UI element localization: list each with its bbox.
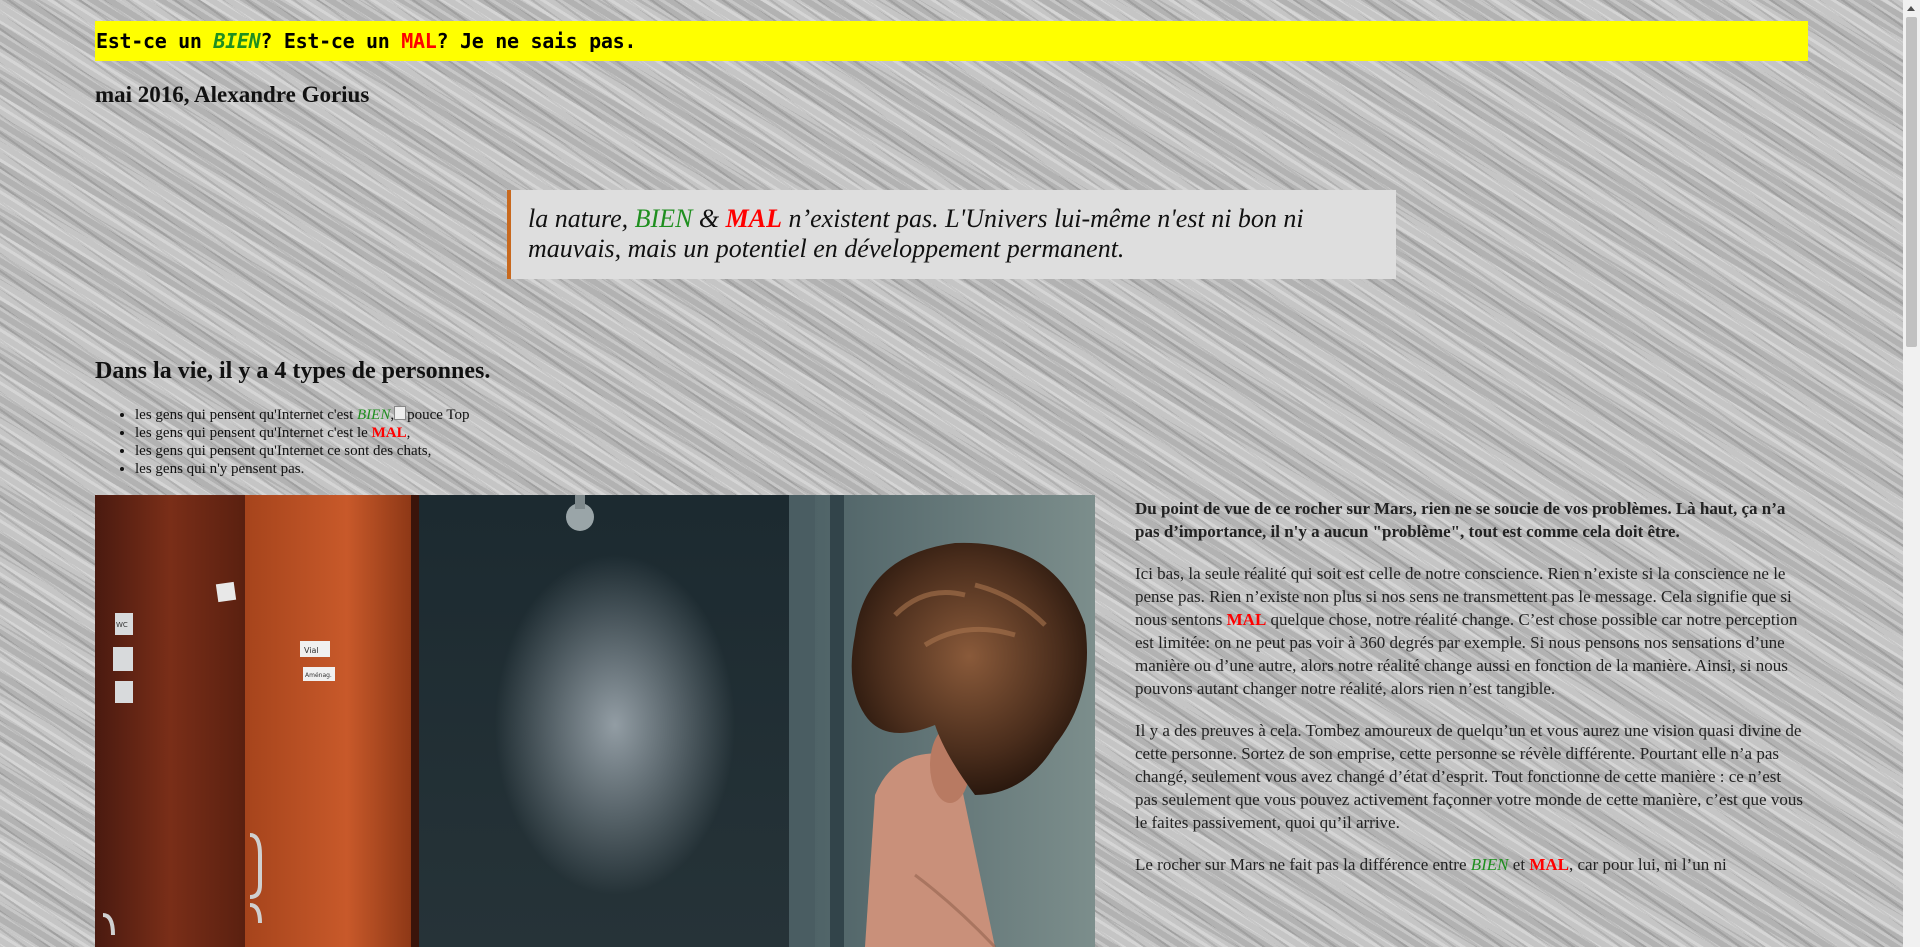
list-item: les gens qui pensent qu'Internet ce sont… xyxy=(135,442,470,460)
list-item-text: les gens qui pensent qu'Internet ce sont… xyxy=(135,443,432,459)
thumbs-up-image: pouce Top xyxy=(394,407,469,423)
photo-illustration: Vial Aménag. WC xyxy=(95,495,1095,947)
left-locker xyxy=(95,495,245,947)
article-body: Du point de vue de ce rocher sur Mars, r… xyxy=(1135,497,1805,895)
list-item-bien: BIEN xyxy=(357,407,391,423)
article-paragraph: Ici bas, la seule réalité qui soit est c… xyxy=(1135,562,1805,700)
list-item-mal: MAL xyxy=(371,425,407,441)
banner-text-2: ? Est-ce un xyxy=(260,29,402,53)
list-item: les gens qui n'y pensent pas. xyxy=(135,460,470,478)
quote-mal: MAL xyxy=(725,204,782,233)
door-sign-text: Vial xyxy=(304,646,319,655)
vertical-scrollbar[interactable] xyxy=(1903,0,1920,947)
list-item: les gens qui pensent qu'Internet c'est B… xyxy=(135,406,470,424)
paragraph-mal: MAL xyxy=(1529,855,1569,874)
banner-bien: BIEN xyxy=(213,29,261,53)
paragraph-text: Le rocher sur Mars ne fait pas la différ… xyxy=(1135,855,1471,874)
scroll-up-arrow-icon[interactable] xyxy=(1903,0,1920,17)
list-item-text: les gens qui n'y pensent pas. xyxy=(135,461,305,477)
paragraph-text: et xyxy=(1508,855,1530,874)
banner-text-1: Est-ce un xyxy=(96,29,214,53)
quote-amp: & xyxy=(692,204,726,233)
article-lead: Du point de vue de ce rocher sur Mars, r… xyxy=(1135,499,1786,541)
page-banner-title: Est-ce un BIEN? Est-ce un MAL? Je ne sai… xyxy=(95,21,1808,61)
door-sign-text: Aménag. xyxy=(305,672,332,679)
list-item-text: les gens qui pensent qu'Internet c'est xyxy=(135,407,358,423)
pull-quote: la nature, BIEN & MAL n’existent pas. L'… xyxy=(507,190,1396,279)
paragraph-mal: MAL xyxy=(1226,610,1267,629)
middle-locker xyxy=(245,495,415,947)
article-photo: Vial Aménag. WC xyxy=(95,495,1095,947)
list-item-comma: , xyxy=(406,425,411,441)
article-paragraph: Le rocher sur Mars ne fait pas la différ… xyxy=(1135,853,1805,876)
list-item: les gens qui pensent qu'Internet c'est l… xyxy=(135,424,470,442)
page: Est-ce un BIEN? Est-ce un MAL? Je ne sai… xyxy=(0,0,1903,947)
quote-text-1: la nature, xyxy=(528,204,635,233)
types-list: les gens qui pensent qu'Internet c'est B… xyxy=(95,406,470,478)
paragraph-bien: BIEN xyxy=(1470,855,1509,874)
quote-bien: BIEN xyxy=(634,204,693,233)
article-paragraph: Il y a des preuves à cela. Tombez amoure… xyxy=(1135,721,1803,832)
banner-mal: MAL xyxy=(401,29,437,53)
section-heading: Dans la vie, il y a 4 types de personnes… xyxy=(95,358,491,384)
door-sign-text: WC xyxy=(116,621,128,629)
byline: mai 2016, Alexandre Gorius xyxy=(95,82,370,107)
list-item-text: les gens qui pensent qu'Internet c'est l… xyxy=(135,425,372,441)
scrollbar-thumb[interactable] xyxy=(1906,17,1917,347)
banner-text-3: ? Je ne sais pas. xyxy=(436,29,637,53)
paragraph-text: , car pour lui, ni l’un ni xyxy=(1568,855,1727,874)
